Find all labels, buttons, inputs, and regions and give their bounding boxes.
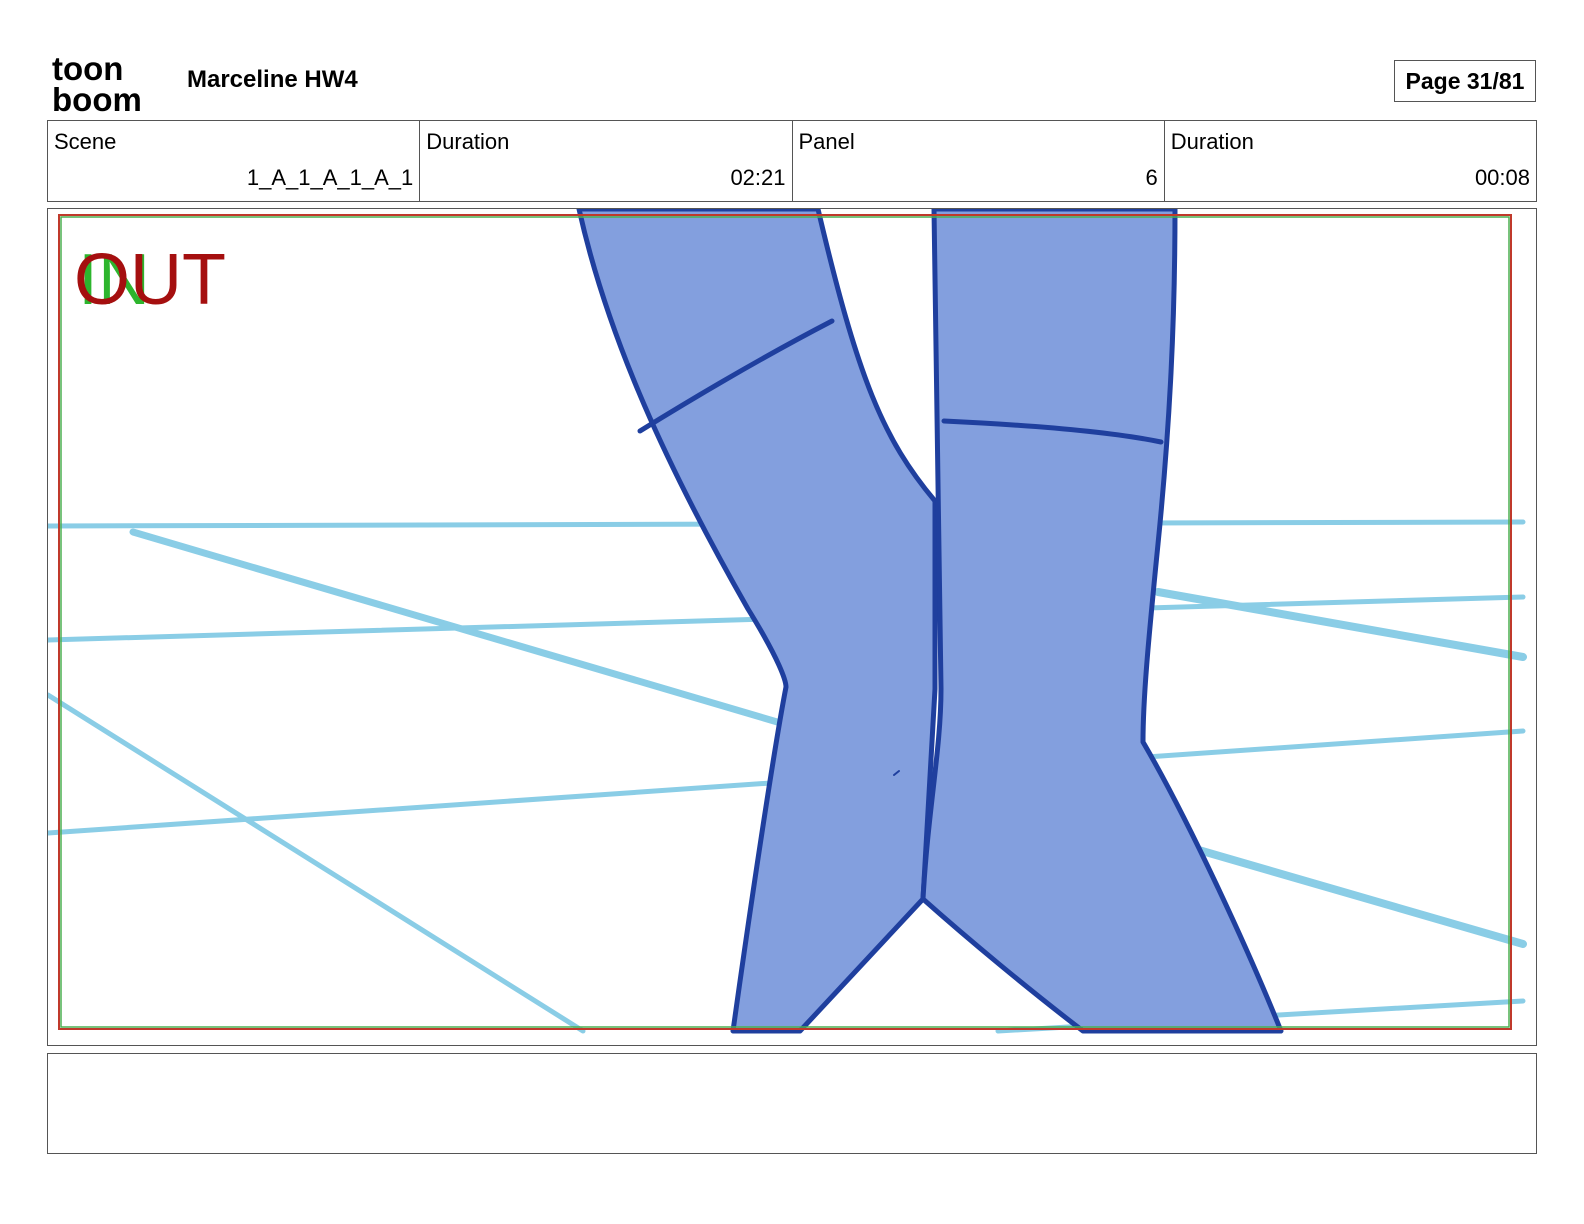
panel-cell: Panel 6 [791,121,1164,201]
page-number: Page 31/81 [1394,60,1536,102]
panel-drawing: IN OUT [48,209,1527,1034]
storyboard-panel: IN OUT [47,208,1537,1046]
page-label: Page 31/81 [1405,67,1525,94]
right-leg [920,209,1284,1034]
panel-duration-cell: Duration 00:08 [1163,121,1536,201]
panel-value: 6 [1145,165,1158,190]
panel-duration-value: 00:08 [1474,165,1530,190]
toonboom-logo: toon boom [50,50,164,118]
scene-duration-value: 02:21 [730,165,786,190]
scene-cell: Scene 1_A_1_A_1_A_1 [48,121,419,201]
logo-text-bottom: boom [52,81,142,114]
out-marker: OUT [74,240,226,320]
project-title: Marceline HW4 [187,66,358,93]
scene-info-table: Scene 1_A_1_A_1_A_1 Duration 02:21 Panel… [47,120,1537,202]
left-leg [576,209,938,1034]
panel-duration-label: Duration [1170,129,1254,154]
floor-line [48,692,586,1034]
panel-notes-box [47,1053,1537,1154]
scene-label: Scene [54,129,117,154]
panel-label: Panel [798,129,855,154]
scene-duration-label: Duration [426,129,510,154]
scene-duration-cell: Duration 02:21 [419,121,791,201]
scene-value: 1_A_1_A_1_A_1 [246,165,414,190]
